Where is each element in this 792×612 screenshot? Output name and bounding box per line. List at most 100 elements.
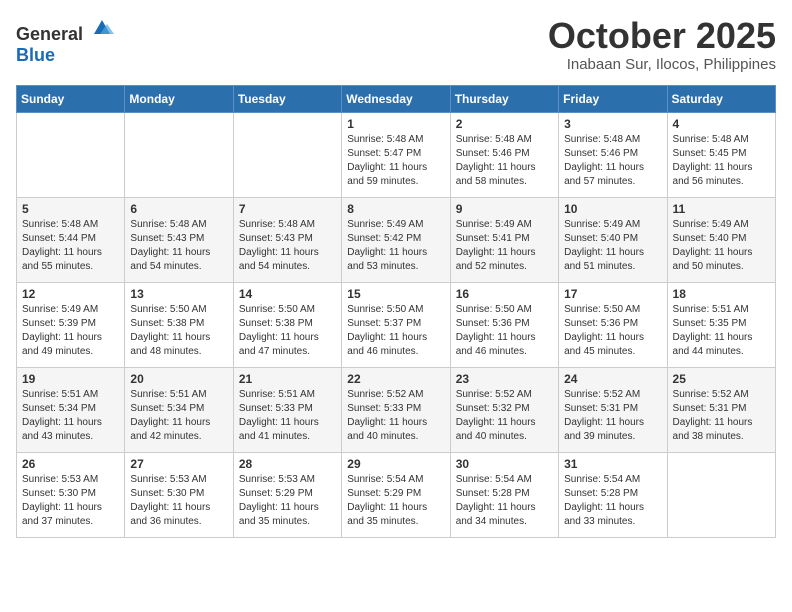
day-info: Sunrise: 5:48 AM Sunset: 5:43 PM Dayligh…	[239, 218, 336, 274]
table-cell: 25 Sunrise: 5:52 AM Sunset: 5:31 PM Dayli…	[667, 367, 775, 452]
day-info: Sunrise: 5:54 AM Sunset: 5:28 PM Dayligh…	[564, 473, 661, 529]
table-cell: 1 Sunrise: 5:48 AM Sunset: 5:47 PM Daylig…	[342, 112, 450, 197]
day-number: 19	[22, 372, 119, 386]
day-info: Sunrise: 5:48 AM Sunset: 5:45 PM Dayligh…	[673, 133, 770, 189]
day-info: Sunrise: 5:53 AM Sunset: 5:29 PM Dayligh…	[239, 473, 336, 529]
table-cell: 21 Sunrise: 5:51 AM Sunset: 5:33 PM Dayli…	[233, 367, 341, 452]
day-number: 14	[239, 287, 336, 301]
day-number: 13	[130, 287, 227, 301]
day-number: 9	[456, 202, 553, 216]
day-info: Sunrise: 5:48 AM Sunset: 5:47 PM Dayligh…	[347, 133, 444, 189]
day-info: Sunrise: 5:51 AM Sunset: 5:34 PM Dayligh…	[130, 388, 227, 444]
logo-general-text: General	[16, 24, 83, 44]
week-row-3: 12 Sunrise: 5:49 AM Sunset: 5:39 PM Dayli…	[17, 282, 776, 367]
logo: General Blue	[16, 16, 114, 66]
table-cell: 16 Sunrise: 5:50 AM Sunset: 5:36 PM Dayli…	[450, 282, 558, 367]
day-number: 30	[456, 457, 553, 471]
day-number: 17	[564, 287, 661, 301]
table-cell: 18 Sunrise: 5:51 AM Sunset: 5:35 PM Dayli…	[667, 282, 775, 367]
day-info: Sunrise: 5:52 AM Sunset: 5:31 PM Dayligh…	[564, 388, 661, 444]
day-info: Sunrise: 5:52 AM Sunset: 5:32 PM Dayligh…	[456, 388, 553, 444]
day-number: 3	[564, 117, 661, 131]
table-cell: 11Sunrise: 5:49 AM Sunset: 5:40 PM Dayli…	[667, 197, 775, 282]
day-number: 27	[130, 457, 227, 471]
table-cell	[125, 112, 233, 197]
table-cell: 10Sunrise: 5:49 AM Sunset: 5:40 PM Dayli…	[559, 197, 667, 282]
day-info: Sunrise: 5:49 AM Sunset: 5:42 PM Dayligh…	[347, 218, 444, 274]
table-cell: 8 Sunrise: 5:49 AM Sunset: 5:42 PM Daylig…	[342, 197, 450, 282]
day-info: Sunrise: 5:51 AM Sunset: 5:33 PM Dayligh…	[239, 388, 336, 444]
day-number: 2	[456, 117, 553, 131]
month-title: October 2025	[548, 16, 776, 56]
location-subtitle: Inabaan Sur, Ilocos, Philippines	[548, 56, 776, 73]
table-cell	[233, 112, 341, 197]
day-info: Sunrise: 5:53 AM Sunset: 5:30 PM Dayligh…	[22, 473, 119, 529]
table-cell: 22 Sunrise: 5:52 AM Sunset: 5:33 PM Dayli…	[342, 367, 450, 452]
table-cell: 27Sunrise: 5:53 AM Sunset: 5:30 PM Dayli…	[125, 452, 233, 537]
col-friday: Friday	[559, 85, 667, 112]
day-number: 28	[239, 457, 336, 471]
col-monday: Monday	[125, 85, 233, 112]
day-info: Sunrise: 5:48 AM Sunset: 5:43 PM Dayligh…	[130, 218, 227, 274]
day-number: 11	[673, 202, 770, 216]
day-info: Sunrise: 5:51 AM Sunset: 5:35 PM Dayligh…	[673, 303, 770, 359]
table-cell: 9Sunrise: 5:49 AM Sunset: 5:41 PM Daylig…	[450, 197, 558, 282]
day-number: 15	[347, 287, 444, 301]
day-info: Sunrise: 5:50 AM Sunset: 5:36 PM Dayligh…	[456, 303, 553, 359]
day-info: Sunrise: 5:52 AM Sunset: 5:33 PM Dayligh…	[347, 388, 444, 444]
table-cell: 20 Sunrise: 5:51 AM Sunset: 5:34 PM Dayli…	[125, 367, 233, 452]
day-number: 21	[239, 372, 336, 386]
week-row-2: 5Sunrise: 5:48 AM Sunset: 5:44 PM Daylig…	[17, 197, 776, 282]
day-info: Sunrise: 5:48 AM Sunset: 5:46 PM Dayligh…	[456, 133, 553, 189]
day-info: Sunrise: 5:48 AM Sunset: 5:46 PM Dayligh…	[564, 133, 661, 189]
day-info: Sunrise: 5:52 AM Sunset: 5:31 PM Dayligh…	[673, 388, 770, 444]
table-cell: 12 Sunrise: 5:49 AM Sunset: 5:39 PM Dayli…	[17, 282, 125, 367]
table-cell: 13Sunrise: 5:50 AM Sunset: 5:38 PM Dayli…	[125, 282, 233, 367]
day-number: 22	[347, 372, 444, 386]
week-row-1: 1 Sunrise: 5:48 AM Sunset: 5:47 PM Daylig…	[17, 112, 776, 197]
day-number: 12	[22, 287, 119, 301]
day-number: 18	[673, 287, 770, 301]
day-number: 16	[456, 287, 553, 301]
day-info: Sunrise: 5:50 AM Sunset: 5:38 PM Dayligh…	[239, 303, 336, 359]
day-info: Sunrise: 5:49 AM Sunset: 5:39 PM Dayligh…	[22, 303, 119, 359]
logo-icon	[90, 16, 114, 40]
day-number: 23	[456, 372, 553, 386]
table-cell: 2 Sunrise: 5:48 AM Sunset: 5:46 PM Daylig…	[450, 112, 558, 197]
col-sunday: Sunday	[17, 85, 125, 112]
week-row-4: 19 Sunrise: 5:51 AM Sunset: 5:34 PM Dayli…	[17, 367, 776, 452]
page-header: General Blue October 2025 Inabaan Sur, I…	[16, 16, 776, 73]
day-number: 31	[564, 457, 661, 471]
day-number: 8	[347, 202, 444, 216]
table-cell: 28 Sunrise: 5:53 AM Sunset: 5:29 PM Dayli…	[233, 452, 341, 537]
day-number: 4	[673, 117, 770, 131]
col-wednesday: Wednesday	[342, 85, 450, 112]
calendar-header-row: Sunday Monday Tuesday Wednesday Thursday…	[17, 85, 776, 112]
day-number: 5	[22, 202, 119, 216]
col-saturday: Saturday	[667, 85, 775, 112]
table-cell: 17Sunrise: 5:50 AM Sunset: 5:36 PM Dayli…	[559, 282, 667, 367]
table-cell: 23 Sunrise: 5:52 AM Sunset: 5:32 PM Dayli…	[450, 367, 558, 452]
logo-blue-text: Blue	[16, 45, 55, 65]
col-thursday: Thursday	[450, 85, 558, 112]
day-number: 7	[239, 202, 336, 216]
day-info: Sunrise: 5:54 AM Sunset: 5:28 PM Dayligh…	[456, 473, 553, 529]
table-cell: 5Sunrise: 5:48 AM Sunset: 5:44 PM Daylig…	[17, 197, 125, 282]
table-cell: 30 Sunrise: 5:54 AM Sunset: 5:28 PM Dayli…	[450, 452, 558, 537]
table-cell: 4 Sunrise: 5:48 AM Sunset: 5:45 PM Daylig…	[667, 112, 775, 197]
day-number: 10	[564, 202, 661, 216]
day-number: 25	[673, 372, 770, 386]
day-number: 1	[347, 117, 444, 131]
day-info: Sunrise: 5:51 AM Sunset: 5:34 PM Dayligh…	[22, 388, 119, 444]
table-cell: 6 Sunrise: 5:48 AM Sunset: 5:43 PM Daylig…	[125, 197, 233, 282]
col-tuesday: Tuesday	[233, 85, 341, 112]
table-cell: 24Sunrise: 5:52 AM Sunset: 5:31 PM Dayli…	[559, 367, 667, 452]
table-cell: 19 Sunrise: 5:51 AM Sunset: 5:34 PM Dayli…	[17, 367, 125, 452]
day-number: 20	[130, 372, 227, 386]
table-cell: 26 Sunrise: 5:53 AM Sunset: 5:30 PM Dayli…	[17, 452, 125, 537]
day-number: 6	[130, 202, 227, 216]
table-cell: 3 Sunrise: 5:48 AM Sunset: 5:46 PM Daylig…	[559, 112, 667, 197]
calendar-table: Sunday Monday Tuesday Wednesday Thursday…	[16, 85, 776, 538]
title-block: October 2025 Inabaan Sur, Ilocos, Philip…	[548, 16, 776, 73]
day-number: 26	[22, 457, 119, 471]
